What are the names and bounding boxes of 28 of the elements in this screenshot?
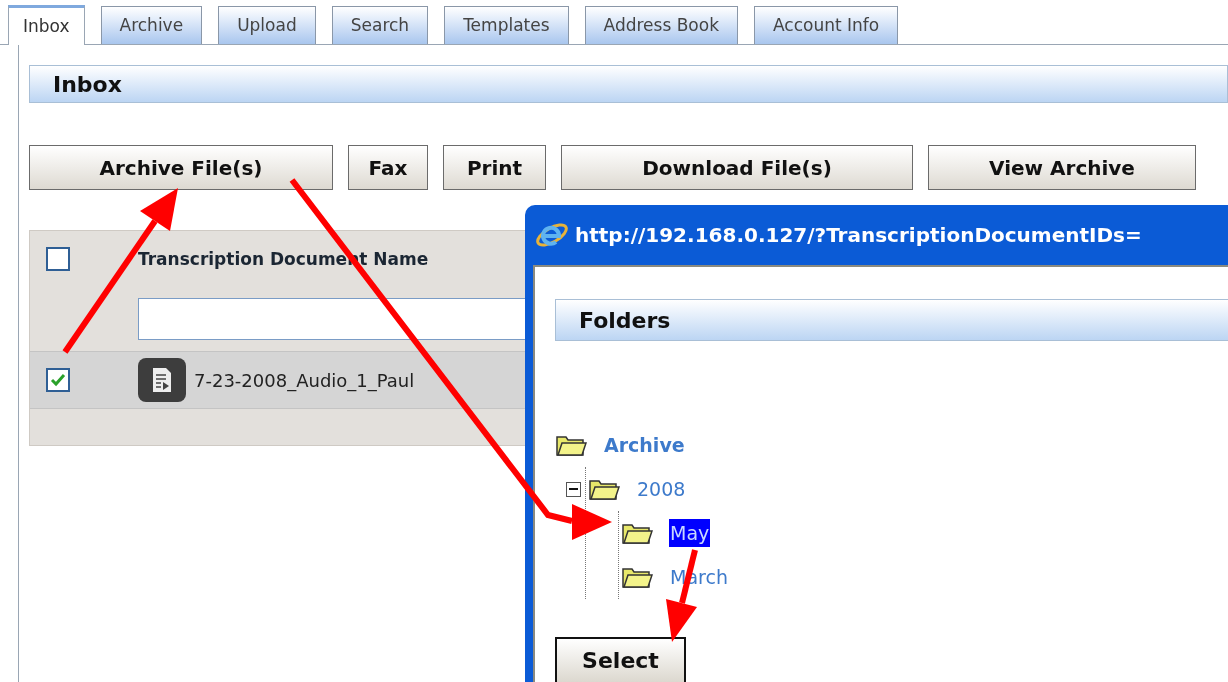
folder-label[interactable]: 2008 xyxy=(636,474,687,504)
folder-icon xyxy=(621,521,653,545)
toolbar-button[interactable]: Fax xyxy=(348,145,428,190)
select-button[interactable]: Select xyxy=(555,637,686,682)
folder-icon xyxy=(555,433,587,457)
tab[interactable]: Account Info xyxy=(754,6,899,44)
section-title: Folders xyxy=(555,299,1228,341)
row-checkbox[interactable] xyxy=(46,368,70,392)
folder-icon xyxy=(588,477,620,501)
toolbar-button[interactable]: View Archive xyxy=(928,145,1196,190)
tab[interactable]: Inbox xyxy=(8,5,85,45)
window-title: http://192.168.0.127/?TranscriptionDocumentIDs= xyxy=(575,222,1142,249)
folder-label[interactable]: Archive xyxy=(603,430,686,460)
tab[interactable]: Address Book xyxy=(584,6,738,44)
toolbar-button[interactable]: Archive File(s) xyxy=(29,145,333,190)
tab[interactable]: Search xyxy=(331,6,429,44)
folder-label[interactable]: May xyxy=(669,518,711,548)
toolbar-button[interactable]: Download File(s) xyxy=(561,145,913,190)
panel-title: Inbox xyxy=(29,65,1228,103)
toolbar-button[interactable]: Print xyxy=(443,145,546,190)
collapse-toggle[interactable] xyxy=(566,481,581,497)
tab[interactable]: Upload xyxy=(218,6,316,44)
document-icon xyxy=(138,358,186,402)
tab[interactable]: Templates xyxy=(444,6,569,44)
select-all-checkbox[interactable] xyxy=(46,247,70,271)
checkmark-icon xyxy=(50,373,66,387)
tab[interactable]: Archive xyxy=(100,6,203,44)
folder-icon xyxy=(621,565,653,589)
